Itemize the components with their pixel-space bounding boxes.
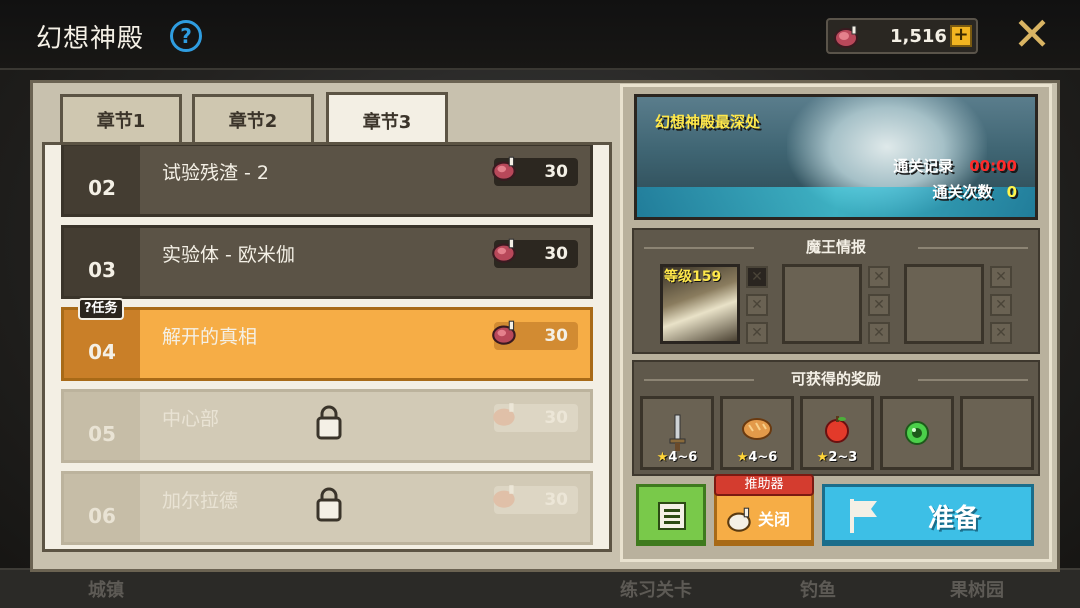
add-meat-button[interactable]: + bbox=[950, 25, 972, 47]
stage-cost-value: 30 bbox=[544, 490, 568, 510]
stage-row-current[interactable]: 04 解开的真相 30 bbox=[61, 307, 593, 381]
clear-count-label: 通关次数 bbox=[932, 183, 993, 201]
stage-number: 05 bbox=[64, 392, 140, 460]
ready-button-label: 准备 bbox=[928, 504, 981, 534]
stage-cost-value: 30 bbox=[544, 408, 568, 428]
assist-state-label: 关闭 bbox=[758, 510, 791, 529]
empty-mini-slot bbox=[746, 322, 768, 344]
stage-name: 实验体 - 欧米伽 bbox=[162, 244, 295, 266]
boss-info-title: 魔王情报 bbox=[805, 238, 866, 256]
stage-cost: 30 bbox=[492, 320, 578, 350]
reward-amount: ★4~6 bbox=[656, 450, 698, 465]
background-bottom-bar: 城镇 练习关卡 钓鱼 果树园 bbox=[0, 568, 1080, 608]
bg-label-orchard: 果树园 bbox=[950, 580, 1004, 601]
clear-count-value: 0 bbox=[1006, 183, 1017, 201]
meat-icon bbox=[725, 505, 755, 539]
stage-cost-value: 30 bbox=[544, 326, 568, 346]
clear-count-row: 通关次数 0 bbox=[933, 181, 1017, 202]
reward-slot[interactable]: ★2~3 bbox=[800, 396, 874, 470]
stage-cost-value: 30 bbox=[544, 162, 568, 182]
meat-amount: 1,516 bbox=[890, 26, 947, 47]
meat-icon bbox=[490, 236, 520, 270]
meat-icon bbox=[490, 400, 520, 434]
tab-chapter-2[interactable]: 章节2 bbox=[192, 94, 314, 142]
stage-number: 03 bbox=[64, 228, 140, 296]
empty-mini-slot bbox=[868, 294, 890, 316]
flag-icon bbox=[847, 497, 881, 539]
empty-mini-slot bbox=[868, 266, 890, 288]
empty-boss-slot bbox=[904, 264, 984, 344]
meat-icon bbox=[490, 482, 520, 516]
meat-icon bbox=[490, 154, 520, 188]
reward-amount: ★2~3 bbox=[816, 450, 858, 465]
stage-list-button[interactable] bbox=[636, 484, 706, 546]
stage-name: 试验残渣 - 2 bbox=[162, 162, 270, 184]
reward-slot[interactable]: ★4~6 bbox=[720, 396, 794, 470]
banner-title: 幻想神殿最深处 bbox=[655, 113, 761, 131]
empty-mini-slot bbox=[990, 294, 1012, 316]
green-orb-icon bbox=[903, 419, 931, 451]
stage-name: 解开的真相 bbox=[162, 326, 258, 348]
stage-row-locked[interactable]: 06 加尔拉德 30 bbox=[61, 471, 593, 545]
list-icon bbox=[657, 501, 687, 535]
stage-number: 06 bbox=[64, 474, 140, 542]
quest-badge: ?任务 bbox=[78, 298, 124, 320]
tab-chapter-3[interactable]: 章节3 bbox=[326, 92, 448, 146]
stage-number: 04 bbox=[64, 310, 140, 378]
stage-cost-value: 30 bbox=[544, 244, 568, 264]
stage-banner: 幻想神殿最深处 通关记录 00:00 通关次数 0 bbox=[634, 94, 1038, 220]
stage-name: 中心部 bbox=[162, 408, 220, 430]
help-button[interactable]: ? bbox=[170, 20, 202, 52]
empty-mini-slot bbox=[990, 322, 1012, 344]
clear-record-label: 通关记录 bbox=[893, 157, 954, 175]
reward-slot[interactable] bbox=[880, 396, 954, 470]
meat-icon bbox=[832, 24, 860, 56]
bread-icon bbox=[739, 413, 775, 447]
stage-row-locked[interactable]: 05 中心部 30 bbox=[61, 389, 593, 463]
stage-cost: 30 bbox=[493, 485, 578, 514]
stage-cost: 30 bbox=[493, 403, 578, 432]
empty-mini-slot bbox=[990, 266, 1012, 288]
stage-name: 加尔拉德 bbox=[162, 490, 239, 512]
reward-title: 可获得的奖励 bbox=[790, 370, 881, 388]
stage-cost: 30 bbox=[492, 238, 578, 268]
top-bar: 幻想神殿 ? 1,516 + ✕ bbox=[0, 0, 1080, 70]
clear-record-row: 通关记录 00:00 bbox=[893, 155, 1017, 176]
stage-list[interactable]: 02 试验残渣 - 2 30 03 实验体 - 欧米伽 30 04 解开的真相 … bbox=[42, 142, 612, 552]
page-title: 幻想神殿 bbox=[36, 24, 145, 54]
close-button[interactable]: ✕ bbox=[1010, 11, 1054, 58]
empty-mini-slot bbox=[746, 294, 768, 316]
stage-row[interactable]: 03 实验体 - 欧米伽 30 bbox=[61, 225, 593, 299]
clear-record-value: 00:00 bbox=[969, 157, 1017, 175]
bg-label-town: 城镇 bbox=[88, 580, 124, 601]
bg-label-practice: 练习关卡 bbox=[620, 580, 692, 601]
apple-icon bbox=[821, 413, 853, 449]
boss-weapon-icon bbox=[746, 266, 768, 288]
reward-slot[interactable]: ★4~6 bbox=[640, 396, 714, 470]
stage-row[interactable]: 02 试验残渣 - 2 30 bbox=[61, 145, 593, 217]
stage-number: 02 bbox=[64, 146, 140, 214]
empty-boss-slot bbox=[782, 264, 862, 344]
assist-tag: 推助器 bbox=[714, 474, 814, 496]
tab-chapter-1[interactable]: 章节1 bbox=[60, 94, 182, 142]
boss-level: 等级159 bbox=[664, 269, 722, 285]
lock-icon bbox=[314, 404, 344, 444]
meat-counter: 1,516 + bbox=[826, 18, 978, 54]
reward-amount: ★4~6 bbox=[736, 450, 778, 465]
meat-icon bbox=[490, 318, 520, 352]
empty-mini-slot bbox=[868, 322, 890, 344]
lock-icon bbox=[314, 486, 344, 526]
stage-cost: 30 bbox=[492, 156, 578, 186]
bg-label-fishing: 钓鱼 bbox=[800, 580, 836, 601]
empty-reward-slot bbox=[960, 396, 1034, 470]
